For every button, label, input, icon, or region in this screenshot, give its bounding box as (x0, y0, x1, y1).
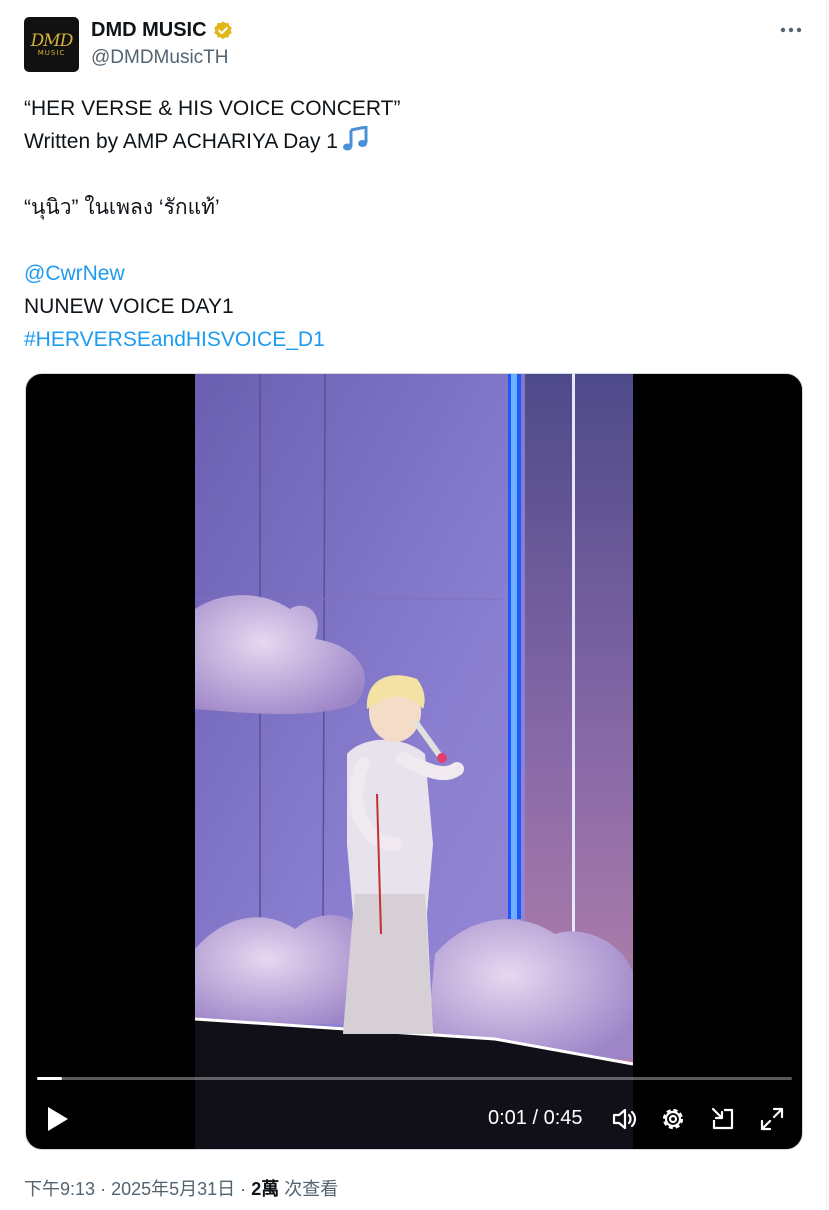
video-progress-fill (37, 1077, 62, 1080)
play-icon[interactable] (42, 1104, 72, 1134)
avatar-logo-bottom: MUSIC (37, 48, 66, 57)
more-icon (780, 27, 802, 33)
video-progress-bar[interactable] (37, 1077, 792, 1080)
tweet-metadata: 下午9:13 · 2025年5月31日 · 2萬 次查看 (24, 1175, 338, 1201)
video-frame[interactable] (195, 374, 633, 1149)
video-current-time: 0:01 (488, 1107, 527, 1129)
volume-icon[interactable] (610, 1105, 638, 1133)
views-label: 次查看 (284, 1179, 339, 1199)
tweet-line-title: “HER VERSE & HIS VOICE CONCERT” (24, 97, 401, 120)
views-count: 2萬 (251, 1179, 280, 1199)
avatar-logo-top: DMD (30, 30, 74, 51)
video-time-separator: / (532, 1107, 539, 1129)
more-button[interactable] (777, 18, 805, 42)
tweet-text: “HER VERSE & HIS VOICE CONCERT” Written … (24, 92, 804, 356)
settings-icon[interactable] (659, 1105, 687, 1133)
mention-link[interactable]: @CwrNew (24, 257, 804, 290)
post-time[interactable]: 下午9:13 (24, 1179, 95, 1199)
pop-out-icon[interactable] (709, 1105, 737, 1133)
fullscreen-icon[interactable] (758, 1105, 786, 1133)
author-name-row: DMD MUSIC (91, 19, 234, 42)
video-player[interactable]: 0:01 / 0:45 (25, 373, 803, 1150)
tweet-line-voice: NUNEW VOICE DAY1 (24, 295, 234, 318)
tweet-card: DMD MUSIC DMD MUSIC @DMDMusicTH “HER VER… (0, 0, 827, 1210)
author-display-name[interactable]: DMD MUSIC (91, 19, 207, 42)
video-timecode: 0:01 / 0:45 (488, 1107, 583, 1130)
musical-notes-icon (342, 126, 368, 151)
tweet-line-thai: “นุนิว” ในเพลง ‘รักแท้’ (24, 196, 220, 219)
post-date[interactable]: 2025年5月31日 (111, 1179, 235, 1199)
tweet-line-credit-text: Written by AMP ACHARIYA Day 1 (24, 130, 338, 153)
tweet-line-credit: Written by AMP ACHARIYA Day 1 (24, 125, 804, 158)
meta-separator: · (100, 1179, 107, 1199)
video-duration: 0:45 (543, 1107, 583, 1129)
avatar[interactable]: DMD MUSIC (24, 17, 79, 72)
hashtag-link[interactable]: #HERVERSEandHISVOICE_D1 (24, 323, 804, 356)
verified-badge-icon[interactable] (212, 20, 234, 42)
author-handle[interactable]: @DMDMusicTH (91, 47, 229, 69)
meta-separator: · (240, 1179, 247, 1199)
